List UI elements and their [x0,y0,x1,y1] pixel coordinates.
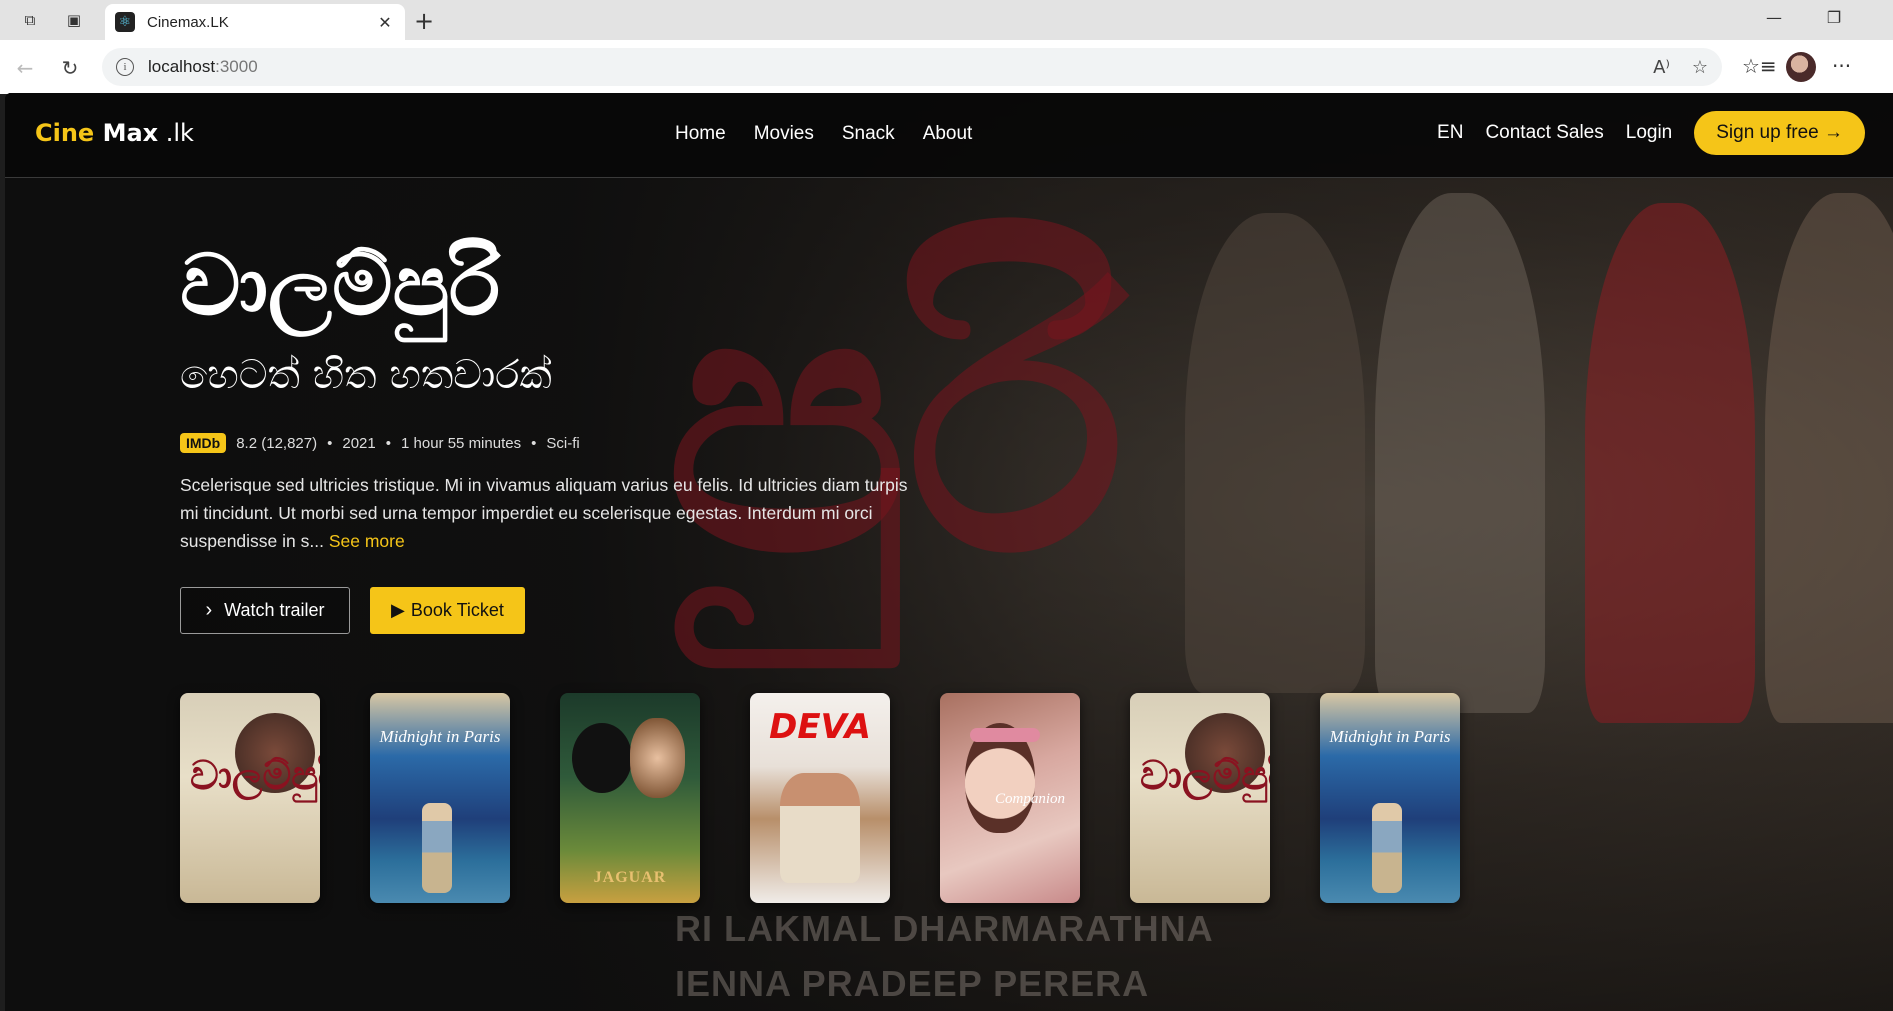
book-ticket-label: Book Ticket [410,600,504,620]
back-icon[interactable]: ← [12,55,38,81]
more-menu-icon[interactable]: ··· [1832,54,1851,78]
background-credits-1: RI LAKMAL DHARMARATHNA [675,908,1214,949]
close-tab-icon[interactable]: ✕ [375,13,395,32]
play-icon: ▶ [391,600,405,620]
restore-icon[interactable]: ❐ [1814,8,1854,27]
nav-about[interactable]: About [923,123,973,145]
login-link[interactable]: Login [1626,122,1673,144]
genre: Sci-fi [546,434,580,452]
web-page: පුරි RI LAKMAL DHARMARATHNA IENNA PRADEE… [5,93,1893,1011]
contact-sales-link[interactable]: Contact Sales [1485,122,1603,144]
url-host: localhost [148,57,216,76]
poster-art [572,723,632,793]
site-logo[interactable]: Cine Max .lk [35,119,194,147]
poster-midnight-in-paris[interactable]: Midnight in Paris [370,693,510,903]
url-text[interactable]: localhost:3000 [148,57,1631,77]
address-bar[interactable]: i localhost:3000 A⁾ ☆ [102,48,1722,86]
background-figure [1765,193,1893,723]
poster-title: Midnight in Paris [379,727,501,746]
poster-title: වාලම්පුරි [1140,753,1270,799]
poster-companion[interactable]: Companion [940,693,1080,903]
profile-avatar[interactable] [1786,52,1816,82]
site-header: Cine Max .lk Home Movies Snack About EN … [5,93,1893,178]
background-figure [1585,203,1755,723]
movie-description: Scelerisque sed ultricies tristique. Mi … [180,471,910,555]
poster-art [970,728,1040,742]
poster-jaguar[interactable]: JAGUAR [560,693,700,903]
poster-walampuri[interactable]: වාලම්පුරි [1130,693,1270,903]
minimize-icon[interactable]: — [1754,8,1794,27]
workspaces-icon[interactable]: ⧉ [18,8,42,32]
background-figure [1375,193,1545,713]
react-atom-icon: ⚛ [115,12,135,32]
separator-dot: • [531,434,537,452]
poster-art [630,718,685,798]
release-year: 2021 [342,434,376,452]
poster-title: JAGUAR [593,869,667,886]
favorite-star-icon[interactable]: ☆ [1692,57,1708,78]
imdb-rating: 8.2 (12,827) [236,434,318,452]
movie-title: වාලම්පුරි [180,236,501,334]
poster-title: වාලම්පුරි [190,753,320,799]
background-figure [1185,213,1365,693]
movie-subtitle: හෙටත් හිත හතවාරක් [180,352,552,398]
poster-art [1372,803,1402,893]
nav-home[interactable]: Home [675,123,726,145]
nav-snack[interactable]: Snack [842,123,895,145]
browser-toolbar: ← ↻ i localhost:3000 A⁾ ☆ ☆≡ ··· [0,40,1893,94]
poster-title: Midnight in Paris [1329,727,1451,746]
browser-tabbar: ⧉ ▣ ⚛ Cinemax.LK ✕ + — ❐ [0,0,1893,40]
main-menu: Home Movies Snack About [675,123,972,145]
browser-tab[interactable]: ⚛ Cinemax.LK ✕ [105,4,405,40]
poster-carousel: වාලම්පුරි Midnight in Paris JAGUAR DEVA … [180,693,1460,903]
header-actions: EN Contact Sales Login Sign up free → [1437,111,1865,155]
tab-title: Cinemax.LK [147,13,229,31]
chevron-right-icon: › [205,599,213,621]
poster-midnight-in-paris[interactable]: Midnight in Paris [1320,693,1460,903]
poster-art [780,773,860,883]
favorites-list-icon[interactable]: ☆≡ [1742,54,1777,78]
logo-max: Max [102,119,159,147]
separator-dot: • [385,434,392,452]
book-ticket-button[interactable]: ▶ Book Ticket [370,587,525,634]
site-info-icon[interactable]: i [116,58,134,76]
poster-art [422,803,452,893]
nav-movies[interactable]: Movies [754,123,814,145]
background-credits-2: IENNA PRADEEP PERERA [675,963,1150,1004]
poster-title: DEVA [769,707,871,747]
imdb-badge: IMDb [180,433,227,453]
reload-icon[interactable]: ↻ [57,55,83,81]
logo-cine: Cine [35,119,95,147]
runtime: 1 hour 55 minutes [401,434,522,452]
signup-button[interactable]: Sign up free → [1694,111,1865,155]
language-selector[interactable]: EN [1437,122,1463,144]
watch-trailer-button[interactable]: › Watch trailer [180,587,350,634]
poster-deva[interactable]: DEVA [750,693,890,903]
poster-title: Companion [994,791,1065,807]
separator-dot: • [327,434,333,452]
poster-walampuri[interactable]: වාලම්පුරි [180,693,320,903]
vertical-tabs-icon[interactable]: ▣ [62,8,86,32]
description-text: Scelerisque sed ultricies tristique. Mi … [180,475,908,551]
logo-lk: .lk [158,119,194,147]
url-port: :3000 [215,57,258,76]
watch-trailer-label: Watch trailer [224,600,325,620]
see-more-link[interactable]: See more [329,531,405,551]
movie-meta: IMDb 8.2 (12,827) • 2021 • 1 hour 55 min… [180,433,580,453]
new-tab-icon[interactable]: + [414,7,434,35]
read-aloud-icon[interactable]: A⁾ [1653,57,1670,78]
